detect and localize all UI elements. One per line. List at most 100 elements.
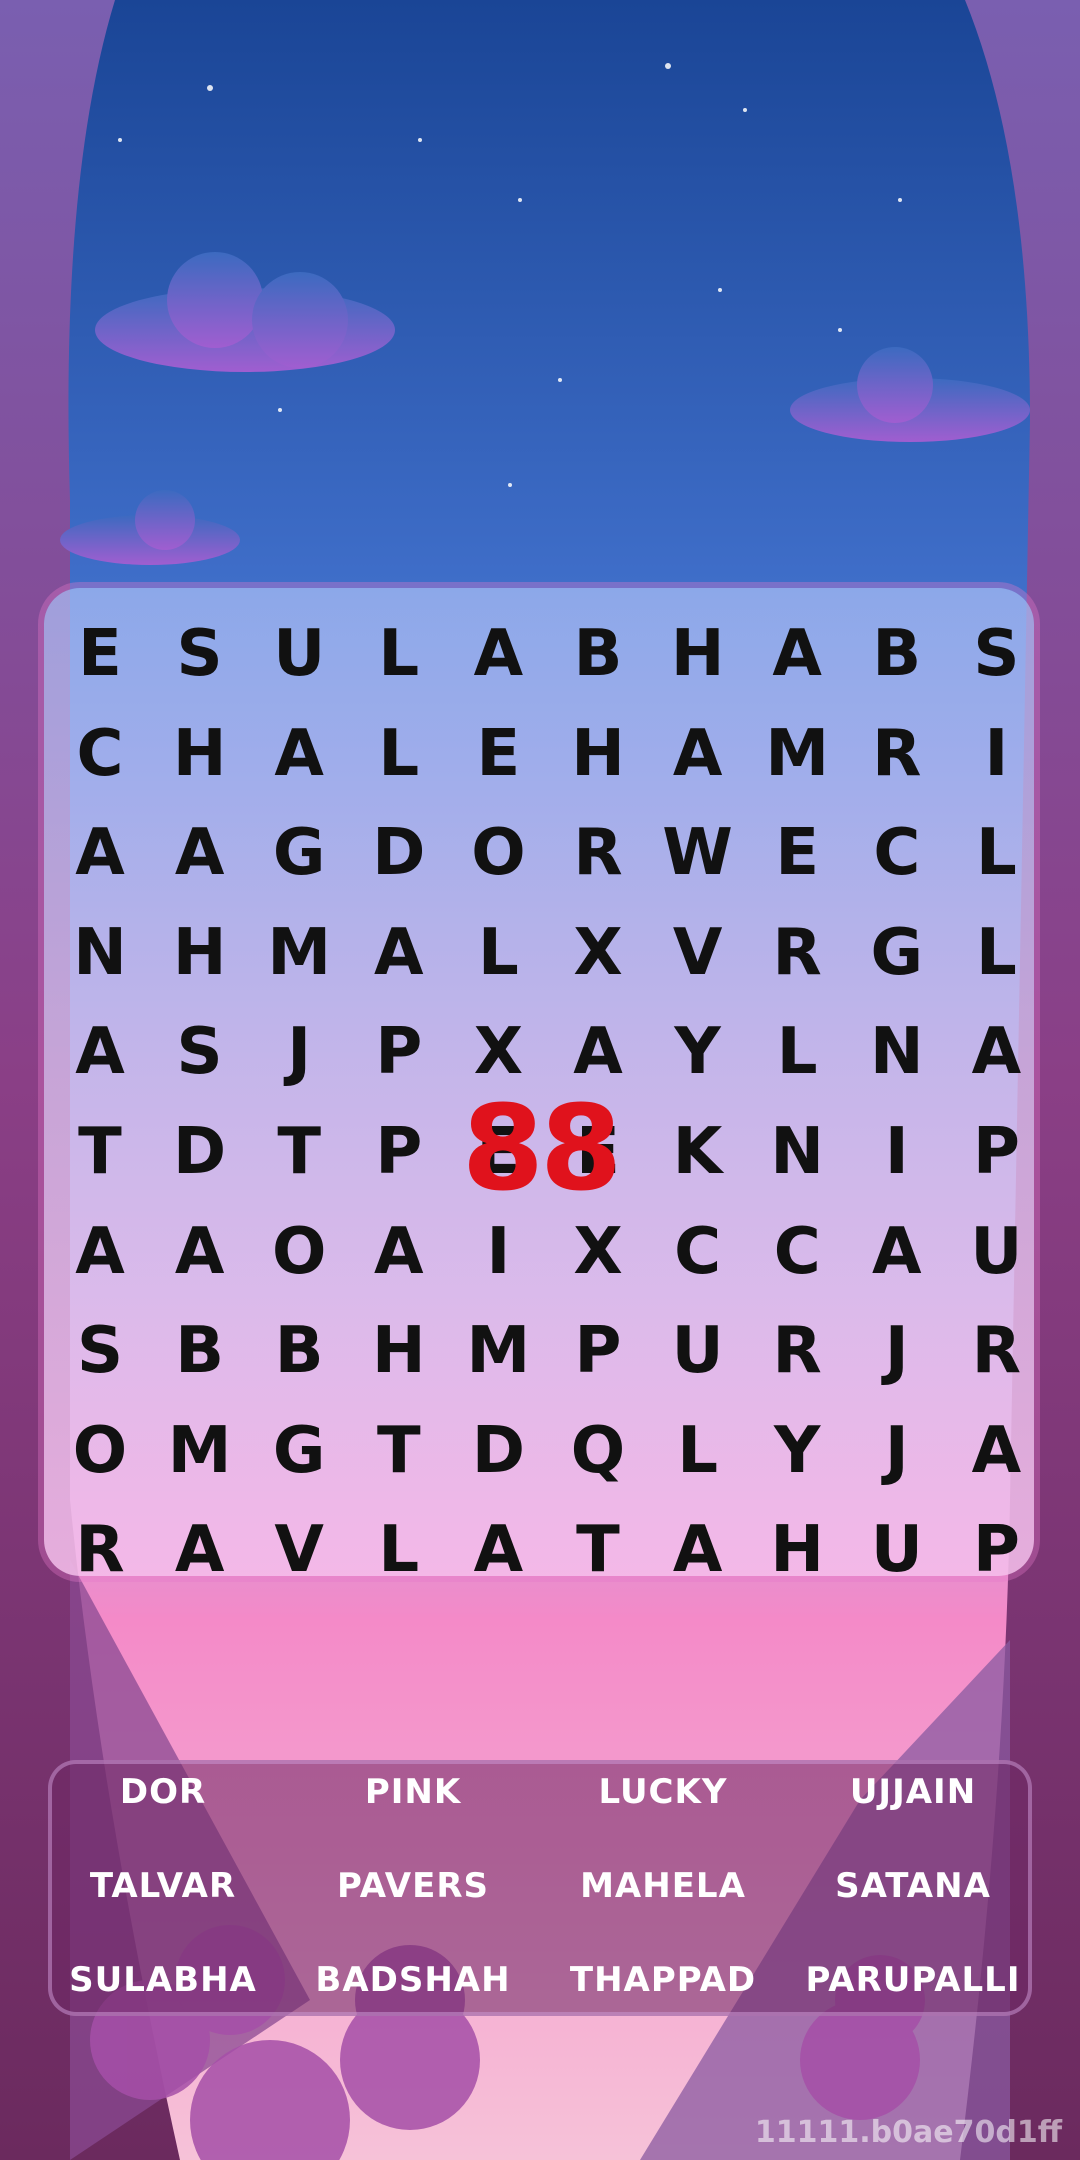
- grid-letter-cell[interactable]: L: [349, 604, 449, 704]
- grid-letter-cell[interactable]: L: [747, 1002, 847, 1102]
- grid-letter-cell[interactable]: A: [249, 704, 349, 804]
- grid-letter-cell[interactable]: J: [847, 1301, 947, 1401]
- grid-letter-cell[interactable]: A: [747, 604, 847, 704]
- target-word: PINK: [364, 1772, 462, 1812]
- grid-letter-cell[interactable]: H: [349, 1301, 449, 1401]
- grid-letter-cell[interactable]: H: [150, 903, 250, 1003]
- target-word: SULABHA: [69, 1960, 257, 2000]
- grid-letter-cell[interactable]: A: [946, 1401, 1046, 1501]
- grid-letter-cell[interactable]: E: [747, 803, 847, 903]
- grid-letter-cell[interactable]: L: [448, 903, 548, 1003]
- grid-letter-cell[interactable]: T: [349, 1401, 449, 1501]
- grid-letter-cell[interactable]: J: [249, 1002, 349, 1102]
- grid-letter-cell[interactable]: U: [946, 1202, 1046, 1302]
- grid-letter-cell[interactable]: Q: [548, 1401, 648, 1501]
- grid-letter-cell[interactable]: P: [349, 1102, 449, 1202]
- grid-letter-cell[interactable]: U: [648, 1301, 748, 1401]
- grid-letter-cell[interactable]: I: [946, 704, 1046, 804]
- grid-letter-cell[interactable]: A: [349, 1202, 449, 1302]
- grid-letter-cell[interactable]: D: [150, 1102, 250, 1202]
- grid-letter-cell[interactable]: S: [946, 604, 1046, 704]
- grid-letter-cell[interactable]: C: [50, 704, 150, 804]
- grid-letter-cell[interactable]: A: [50, 1202, 150, 1302]
- grid-letter-cell[interactable]: C: [847, 803, 947, 903]
- grid-letter-cell[interactable]: X: [548, 903, 648, 1003]
- target-word: PAVERS: [336, 1866, 489, 1906]
- grid-letter-cell[interactable]: M: [249, 903, 349, 1003]
- grid-letter-cell[interactable]: P: [349, 1002, 449, 1102]
- grid-letter-cell[interactable]: A: [150, 1500, 250, 1600]
- grid-letter-cell[interactable]: E: [50, 604, 150, 704]
- grid-letter-cell[interactable]: S: [150, 1002, 250, 1102]
- grid-letter-cell[interactable]: N: [747, 1102, 847, 1202]
- grid-letter-cell[interactable]: L: [349, 1500, 449, 1600]
- grid-letter-cell[interactable]: P: [946, 1102, 1046, 1202]
- grid-letter-cell[interactable]: L: [648, 1401, 748, 1501]
- grid-letter-cell[interactable]: G: [249, 1401, 349, 1501]
- grid-letter-cell[interactable]: T: [548, 1500, 648, 1600]
- target-word: PARUPALLI: [805, 1960, 1021, 2000]
- grid-letter-cell[interactable]: A: [847, 1202, 947, 1302]
- grid-letter-cell[interactable]: D: [349, 803, 449, 903]
- grid-letter-cell[interactable]: L: [349, 704, 449, 804]
- grid-letter-cell[interactable]: A: [50, 803, 150, 903]
- grid-letter-cell[interactable]: B: [548, 604, 648, 704]
- grid-letter-cell[interactable]: N: [847, 1002, 947, 1102]
- grid-letter-cell[interactable]: G: [847, 903, 947, 1003]
- grid-letter-cell[interactable]: O: [448, 803, 548, 903]
- grid-letter-cell[interactable]: V: [249, 1500, 349, 1600]
- grid-letter-cell[interactable]: O: [50, 1401, 150, 1501]
- grid-letter-cell[interactable]: S: [150, 604, 250, 704]
- grid-letter-cell[interactable]: R: [747, 903, 847, 1003]
- grid-letter-cell[interactable]: R: [747, 1301, 847, 1401]
- grid-letter-cell[interactable]: W: [648, 803, 748, 903]
- grid-letter-cell[interactable]: A: [648, 704, 748, 804]
- grid-letter-cell[interactable]: M: [448, 1301, 548, 1401]
- grid-letter-cell[interactable]: B: [150, 1301, 250, 1401]
- grid-letter-cell[interactable]: P: [548, 1301, 648, 1401]
- grid-letter-cell[interactable]: A: [946, 1002, 1046, 1102]
- grid-letter-cell[interactable]: S: [50, 1301, 150, 1401]
- grid-letter-cell[interactable]: L: [946, 803, 1046, 903]
- build-id-label: 11111.b0ae70d1ff: [754, 2115, 1062, 2150]
- grid-letter-cell[interactable]: O: [249, 1202, 349, 1302]
- grid-letter-cell[interactable]: V: [648, 903, 748, 1003]
- grid-letter-cell[interactable]: R: [548, 803, 648, 903]
- grid-letter-cell[interactable]: H: [747, 1500, 847, 1600]
- grid-letter-cell[interactable]: R: [847, 704, 947, 804]
- grid-letter-cell[interactable]: R: [50, 1500, 150, 1600]
- grid-letter-cell[interactable]: L: [946, 903, 1046, 1003]
- grid-letter-cell[interactable]: M: [150, 1401, 250, 1501]
- grid-letter-cell[interactable]: H: [150, 704, 250, 804]
- grid-letter-cell[interactable]: A: [648, 1500, 748, 1600]
- grid-letter-cell[interactable]: P: [946, 1500, 1046, 1600]
- grid-letter-cell[interactable]: C: [648, 1202, 748, 1302]
- grid-letter-cell[interactable]: H: [648, 604, 748, 704]
- grid-letter-cell[interactable]: Y: [648, 1002, 748, 1102]
- grid-letter-cell[interactable]: B: [847, 604, 947, 704]
- grid-letter-cell[interactable]: E: [448, 704, 548, 804]
- grid-letter-cell[interactable]: A: [448, 604, 548, 704]
- grid-letter-cell[interactable]: G: [249, 803, 349, 903]
- grid-letter-cell[interactable]: U: [249, 604, 349, 704]
- grid-letter-cell[interactable]: A: [150, 803, 250, 903]
- grid-letter-cell[interactable]: A: [150, 1202, 250, 1302]
- grid-letter-cell[interactable]: Y: [747, 1401, 847, 1501]
- grid-letter-cell[interactable]: T: [50, 1102, 150, 1202]
- grid-letter-cell[interactable]: A: [50, 1002, 150, 1102]
- grid-letter-cell[interactable]: I: [847, 1102, 947, 1202]
- grid-letter-cell[interactable]: T: [249, 1102, 349, 1202]
- grid-letter-cell[interactable]: H: [548, 704, 648, 804]
- grid-letter-cell[interactable]: B: [249, 1301, 349, 1401]
- grid-letter-cell[interactable]: D: [448, 1401, 548, 1501]
- grid-letter-cell[interactable]: R: [946, 1301, 1046, 1401]
- grid-letter-cell[interactable]: U: [847, 1500, 947, 1600]
- grid-letter-cell[interactable]: J: [847, 1401, 947, 1501]
- grid-letter-cell[interactable]: C: [747, 1202, 847, 1302]
- grid-letter-cell[interactable]: N: [50, 903, 150, 1003]
- grid-letter-cell[interactable]: A: [448, 1500, 548, 1600]
- grid-letter-cell[interactable]: K: [648, 1102, 748, 1202]
- grid-letter-cell[interactable]: A: [349, 903, 449, 1003]
- grid-letter-cell[interactable]: M: [747, 704, 847, 804]
- target-word: BADSHAH: [315, 1960, 511, 2000]
